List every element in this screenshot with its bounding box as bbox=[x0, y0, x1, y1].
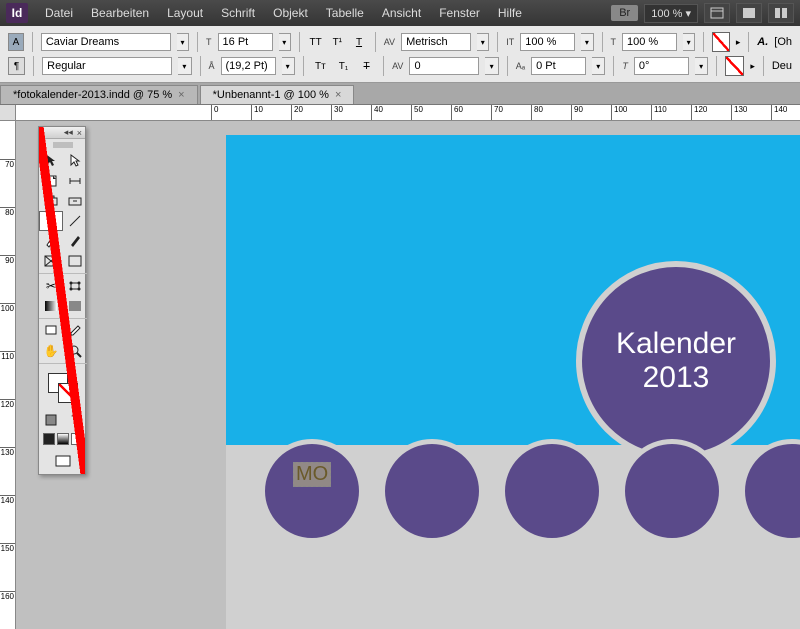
allcaps-button[interactable]: TT bbox=[308, 33, 324, 51]
ruler-horizontal[interactable]: 0102030405060708090100110120130140 bbox=[16, 105, 800, 121]
baseline-dropdown-icon[interactable]: ▾ bbox=[592, 57, 605, 75]
zoom-level[interactable]: 100 % ▾ bbox=[644, 4, 698, 23]
view-options-icon[interactable] bbox=[704, 3, 730, 23]
font-size-input[interactable] bbox=[218, 33, 273, 51]
font-style-input[interactable] bbox=[42, 57, 172, 75]
skew-icon: T bbox=[622, 61, 628, 71]
menu-datei[interactable]: Datei bbox=[36, 6, 82, 20]
font-size-icon: T bbox=[206, 37, 212, 47]
vscale-dropdown-icon[interactable]: ▾ bbox=[581, 33, 593, 51]
view-mode-button[interactable] bbox=[48, 451, 78, 471]
stroke-swatch[interactable] bbox=[725, 56, 744, 76]
hscale-input[interactable] bbox=[622, 33, 677, 51]
menu-layout[interactable]: Layout bbox=[158, 6, 212, 20]
kerning-icon: AV bbox=[384, 37, 395, 47]
fill-swatch[interactable] bbox=[712, 32, 730, 52]
ruler-origin[interactable] bbox=[0, 105, 16, 121]
day-circle[interactable] bbox=[500, 439, 604, 543]
charstyle-partial: [Oh bbox=[774, 36, 792, 48]
leading-dropdown-icon[interactable]: ▾ bbox=[282, 57, 295, 75]
title-circle[interactable]: Kalender 2013 bbox=[576, 261, 776, 461]
vscale-input[interactable] bbox=[520, 33, 575, 51]
menu-hilfe[interactable]: Hilfe bbox=[489, 6, 531, 20]
apply-none-button[interactable] bbox=[71, 433, 83, 445]
vscale-icon: IT bbox=[506, 37, 514, 47]
smallcaps-button[interactable]: Tᴛ bbox=[312, 57, 329, 75]
document-tabs: *fotokalender-2013.indd @ 75 %× *Unbenan… bbox=[0, 83, 800, 105]
tools-panel[interactable]: ◂◂ × T ✂ ✋ T bbox=[38, 126, 86, 475]
ruler-vertical[interactable]: 60708090100110120130140150160 bbox=[0, 121, 16, 629]
menu-bearbeiten[interactable]: Bearbeiten bbox=[82, 6, 158, 20]
skew-input[interactable] bbox=[634, 57, 689, 75]
tab-unbenannt[interactable]: *Unbenannt-1 @ 100 %× bbox=[200, 85, 355, 104]
app-logo[interactable]: Id bbox=[6, 3, 28, 23]
leading-input[interactable] bbox=[221, 57, 276, 75]
char-format-button[interactable]: A bbox=[8, 33, 24, 51]
day-circle[interactable] bbox=[380, 439, 484, 543]
subscript-button[interactable]: T₁ bbox=[335, 57, 352, 75]
hscale-icon: T bbox=[610, 37, 616, 47]
title-line1: Kalender bbox=[616, 327, 736, 361]
baseline-icon: Aₐ bbox=[516, 61, 525, 71]
close-icon[interactable]: × bbox=[335, 89, 341, 101]
arrange-icon[interactable] bbox=[768, 3, 794, 23]
tab-fotokalender[interactable]: *fotokalender-2013.indd @ 75 %× bbox=[0, 85, 198, 104]
language-partial: Deu bbox=[772, 60, 792, 72]
menu-ansicht[interactable]: Ansicht bbox=[373, 6, 430, 20]
tracking-input[interactable] bbox=[409, 57, 479, 75]
para-format-button[interactable]: ¶ bbox=[8, 57, 25, 75]
menubar: Id Datei Bearbeiten Layout Schrift Objek… bbox=[0, 0, 800, 26]
baseline-input[interactable] bbox=[531, 57, 586, 75]
document-page[interactable]: Kalender 2013 MO bbox=[226, 135, 800, 629]
menu-schrift[interactable]: Schrift bbox=[212, 6, 264, 20]
size-dropdown-icon[interactable]: ▾ bbox=[279, 33, 291, 51]
workspace: 60708090100110120130140150160 Kalender 2… bbox=[0, 121, 800, 629]
day-circles: MO bbox=[226, 439, 800, 543]
superscript-button[interactable]: T¹ bbox=[329, 33, 345, 51]
font-family-input[interactable] bbox=[41, 33, 171, 51]
bridge-button[interactable]: Br bbox=[611, 5, 638, 21]
style-dropdown-icon[interactable]: ▾ bbox=[178, 57, 191, 75]
tracking-dropdown-icon[interactable]: ▾ bbox=[485, 57, 498, 75]
canvas[interactable]: Kalender 2013 MO bbox=[16, 121, 800, 629]
hscale-dropdown-icon[interactable]: ▾ bbox=[683, 33, 695, 51]
strikethrough-button[interactable]: T bbox=[358, 57, 375, 75]
skew-dropdown-icon[interactable]: ▾ bbox=[695, 57, 708, 75]
menu-tabelle[interactable]: Tabelle bbox=[317, 6, 373, 20]
screen-mode-icon[interactable] bbox=[736, 3, 762, 23]
title-line2: 2013 bbox=[643, 361, 710, 395]
control-bar: A ▾ T ▾ TT T¹ T AV ▾ IT ▾ T ▾ ▸ A. [Oh ¶… bbox=[0, 26, 800, 83]
tracking-icon: AV bbox=[392, 61, 403, 71]
underline-button[interactable]: T bbox=[351, 33, 367, 51]
kerning-dropdown-icon[interactable]: ▾ bbox=[477, 33, 489, 51]
day-circle[interactable] bbox=[740, 439, 800, 543]
menu-fenster[interactable]: Fenster bbox=[430, 6, 489, 20]
day-circle-mo[interactable]: MO bbox=[260, 439, 364, 543]
close-icon[interactable]: × bbox=[178, 89, 184, 101]
font-dropdown-icon[interactable]: ▾ bbox=[177, 33, 189, 51]
menu-objekt[interactable]: Objekt bbox=[264, 6, 317, 20]
day-circle[interactable] bbox=[620, 439, 724, 543]
kerning-input[interactable] bbox=[401, 33, 471, 51]
day-label-editing[interactable]: MO bbox=[293, 462, 331, 487]
leading-icon: Å bbox=[208, 61, 214, 71]
